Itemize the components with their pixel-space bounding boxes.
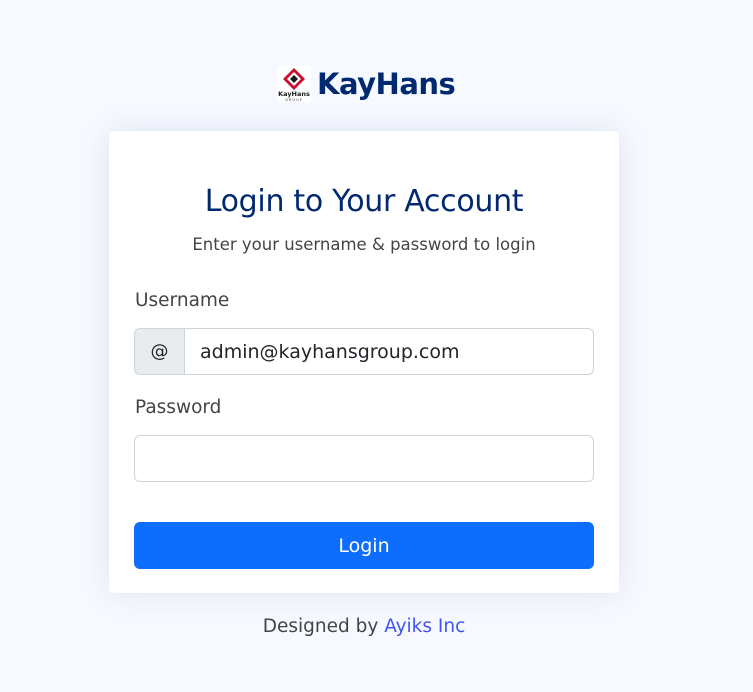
credits-link[interactable]: Ayiks Inc <box>384 616 465 637</box>
login-subtitle: Enter your username & password to login <box>192 235 536 254</box>
password-input[interactable] <box>134 435 594 482</box>
at-sign-prefix: @ <box>134 328 184 375</box>
login-button[interactable]: Login <box>134 522 594 569</box>
brand-name: KayHans <box>317 67 456 101</box>
credits-prefix: Designed by <box>262 616 385 637</box>
username-input[interactable] <box>184 328 594 375</box>
logo-subtext: GROUP <box>285 98 303 102</box>
username-label: Username <box>135 290 230 311</box>
credits: Designed by Ayiks Inc <box>0 616 728 637</box>
logo-text: KayHans <box>278 90 310 98</box>
kayhans-logo-icon: KayHans GROUP <box>277 66 311 102</box>
brand-link[interactable]: KayHans GROUP KayHans <box>277 64 456 104</box>
login-title: Login to Your Account <box>204 184 524 219</box>
username-input-group: @ <box>134 328 594 375</box>
login-page: KayHans GROUP KayHans Login to Your Acco… <box>0 0 753 692</box>
password-label: Password <box>135 397 222 418</box>
